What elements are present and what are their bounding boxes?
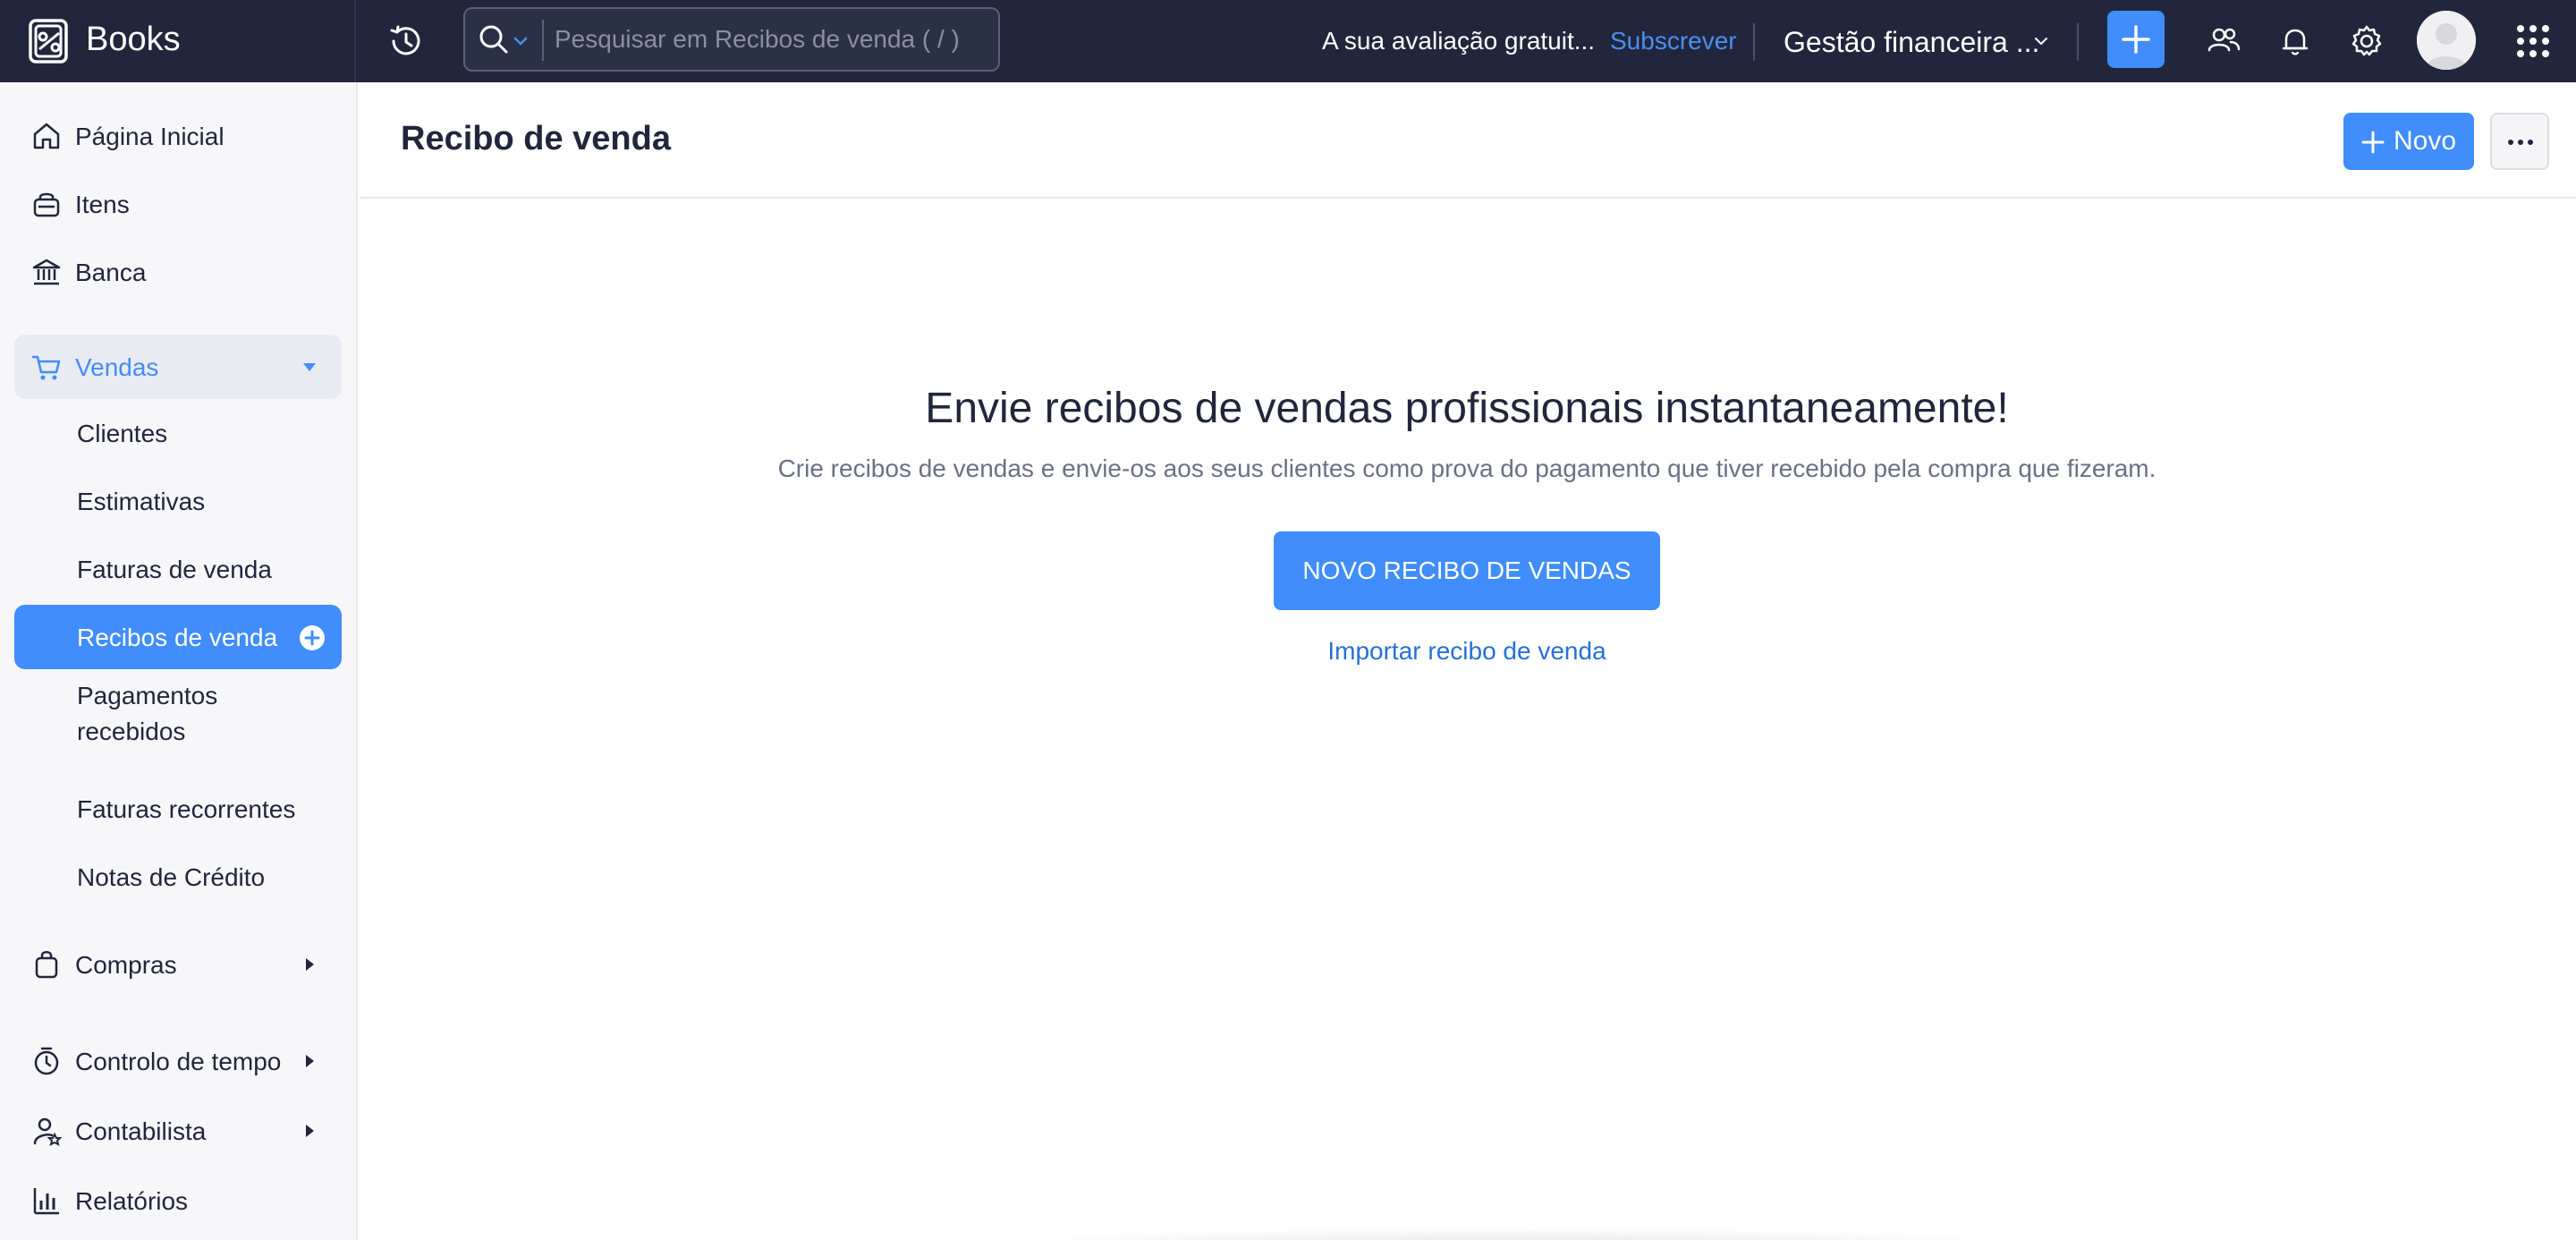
recent-history-icon[interactable] <box>386 21 426 61</box>
sidebar-item-label: Itens <box>75 191 130 218</box>
sidebar-item-label: Vendas <box>75 353 159 381</box>
chevron-down-icon[interactable] <box>513 36 528 47</box>
caret-down-icon[interactable] <box>302 360 317 374</box>
caret-right-icon[interactable] <box>302 957 317 972</box>
brand[interactable]: Books <box>0 0 356 82</box>
plus-icon <box>2361 131 2385 154</box>
sidebar-item-label: Controlo de tempo <box>75 1048 282 1075</box>
search-icon[interactable] <box>478 23 510 55</box>
sidebar-item-label: Página Inicial <box>75 123 225 150</box>
users-icon[interactable] <box>2204 21 2243 61</box>
sidebar-subitem-estimates[interactable]: Estimativas <box>14 469 342 533</box>
sidebar-subitem-invoices[interactable]: Faturas de venda <box>14 537 342 601</box>
bag-icon <box>35 951 58 979</box>
sidebar-item-accountant[interactable]: Contabilista <box>14 1099 342 1163</box>
divider <box>1753 23 1755 61</box>
sidebar-item-sales[interactable]: Vendas <box>14 335 342 399</box>
page-title: Recibo de venda <box>401 120 671 157</box>
avatar[interactable] <box>2417 11 2476 70</box>
bell-icon[interactable] <box>2275 21 2315 61</box>
sidebar-item-banking[interactable]: Banca <box>14 240 342 304</box>
import-sales-receipt-link: Importar recibo de venda <box>360 635 2574 667</box>
accountant-icon <box>33 1117 63 1146</box>
basket-icon <box>33 192 60 217</box>
organization-switcher[interactable]: Gestão financeira ... <box>1784 25 2039 59</box>
sidebar-subitem-label: Estimativas <box>77 488 206 515</box>
search-divider <box>542 20 544 61</box>
more-options-button[interactable] <box>2490 113 2549 170</box>
sidebar-subitem-credit-notes[interactable]: Notas de Crédito <box>14 845 342 909</box>
sidebar-subitem-label: Clientes <box>77 420 168 447</box>
quick-create-button[interactable] <box>2107 11 2165 68</box>
sidebar-subitem-label: Notas de Crédito <box>77 863 266 891</box>
sidebar-item-items[interactable]: Itens <box>14 172 342 236</box>
sidebar-subitem-label: Faturas de venda <box>77 556 272 583</box>
sidebar-subitem-customers[interactable]: Clientes <box>14 401 342 465</box>
user-avatar-icon <box>2417 11 2476 70</box>
search-box[interactable] <box>463 7 1000 72</box>
sidebar-subitem-recurring-invoices[interactable]: Faturas recorrentes <box>14 777 342 841</box>
home-icon <box>33 123 60 149</box>
empty-state: Envie recibos de vendas profissionais in… <box>360 199 2574 1240</box>
more-horizontal-icon <box>2508 140 2533 145</box>
sidebar-item-label: Relatórios <box>75 1187 189 1215</box>
sidebar-item-label: Banca <box>75 259 147 286</box>
sidebar-item-reports[interactable]: Relatórios <box>14 1168 342 1233</box>
bank-icon <box>32 259 61 285</box>
sidebar-item-time-tracking[interactable]: Controlo de tempo <box>14 1029 342 1093</box>
caret-right-icon[interactable] <box>302 1054 317 1068</box>
sidebar-subitem-label: Pagamentos recebidos <box>77 682 218 745</box>
new-sales-receipt-button[interactable]: NOVO RECIBO DE VENDAS <box>1274 531 1660 610</box>
app-grid-icon[interactable] <box>2515 23 2551 59</box>
caret-right-icon[interactable] <box>302 1124 317 1138</box>
search-input[interactable] <box>555 18 984 61</box>
add-circle-icon[interactable] <box>299 624 326 651</box>
sidebar-item-purchases[interactable]: Compras <box>14 932 342 997</box>
sidebar-subitem-label: Faturas recorrentes <box>77 795 296 823</box>
top-bar: Books A sua avaliação gratuit... Subscre… <box>0 0 2576 82</box>
empty-state-description: Crie recibos de vendas e envie-os aos se… <box>777 454 2157 482</box>
cart-icon <box>31 355 61 380</box>
empty-state-title: Envie recibos de vendas profissionais in… <box>925 385 2009 432</box>
page-header: Recibo de venda Novo <box>360 82 2576 199</box>
new-button-label: Novo <box>2394 126 2457 156</box>
gear-icon[interactable] <box>2347 21 2386 61</box>
timer-icon <box>34 1047 59 1075</box>
sidebar-subitem-label: Recibos de venda <box>77 624 278 651</box>
app-name: Books <box>86 21 181 58</box>
divider <box>2077 23 2079 61</box>
sidebar-item-label: Compras <box>75 951 177 979</box>
sidebar: Página Inicial Itens Banca Vendas Client… <box>0 82 358 1240</box>
chevron-down-icon[interactable] <box>2034 36 2048 47</box>
plus-icon <box>2122 25 2150 54</box>
new-button[interactable]: Novo <box>2343 113 2474 170</box>
bar-chart-icon <box>33 1188 59 1215</box>
sidebar-item-home[interactable]: Página Inicial <box>14 104 342 168</box>
trial-status-text: A sua avaliação gratuit... <box>1322 27 1596 55</box>
sidebar-subitem-payments-received[interactable]: Pagamentos recebidos <box>14 673 342 755</box>
decorative-shadow <box>986 1227 2041 1240</box>
sidebar-item-label: Contabilista <box>75 1117 207 1145</box>
books-logo-icon <box>29 19 68 64</box>
import-link-text[interactable]: Importar recibo de venda <box>1327 637 1606 665</box>
subscribe-link[interactable]: Subscrever <box>1610 25 1737 57</box>
sidebar-subitem-sales-receipts[interactable]: Recibos de venda <box>14 605 342 669</box>
